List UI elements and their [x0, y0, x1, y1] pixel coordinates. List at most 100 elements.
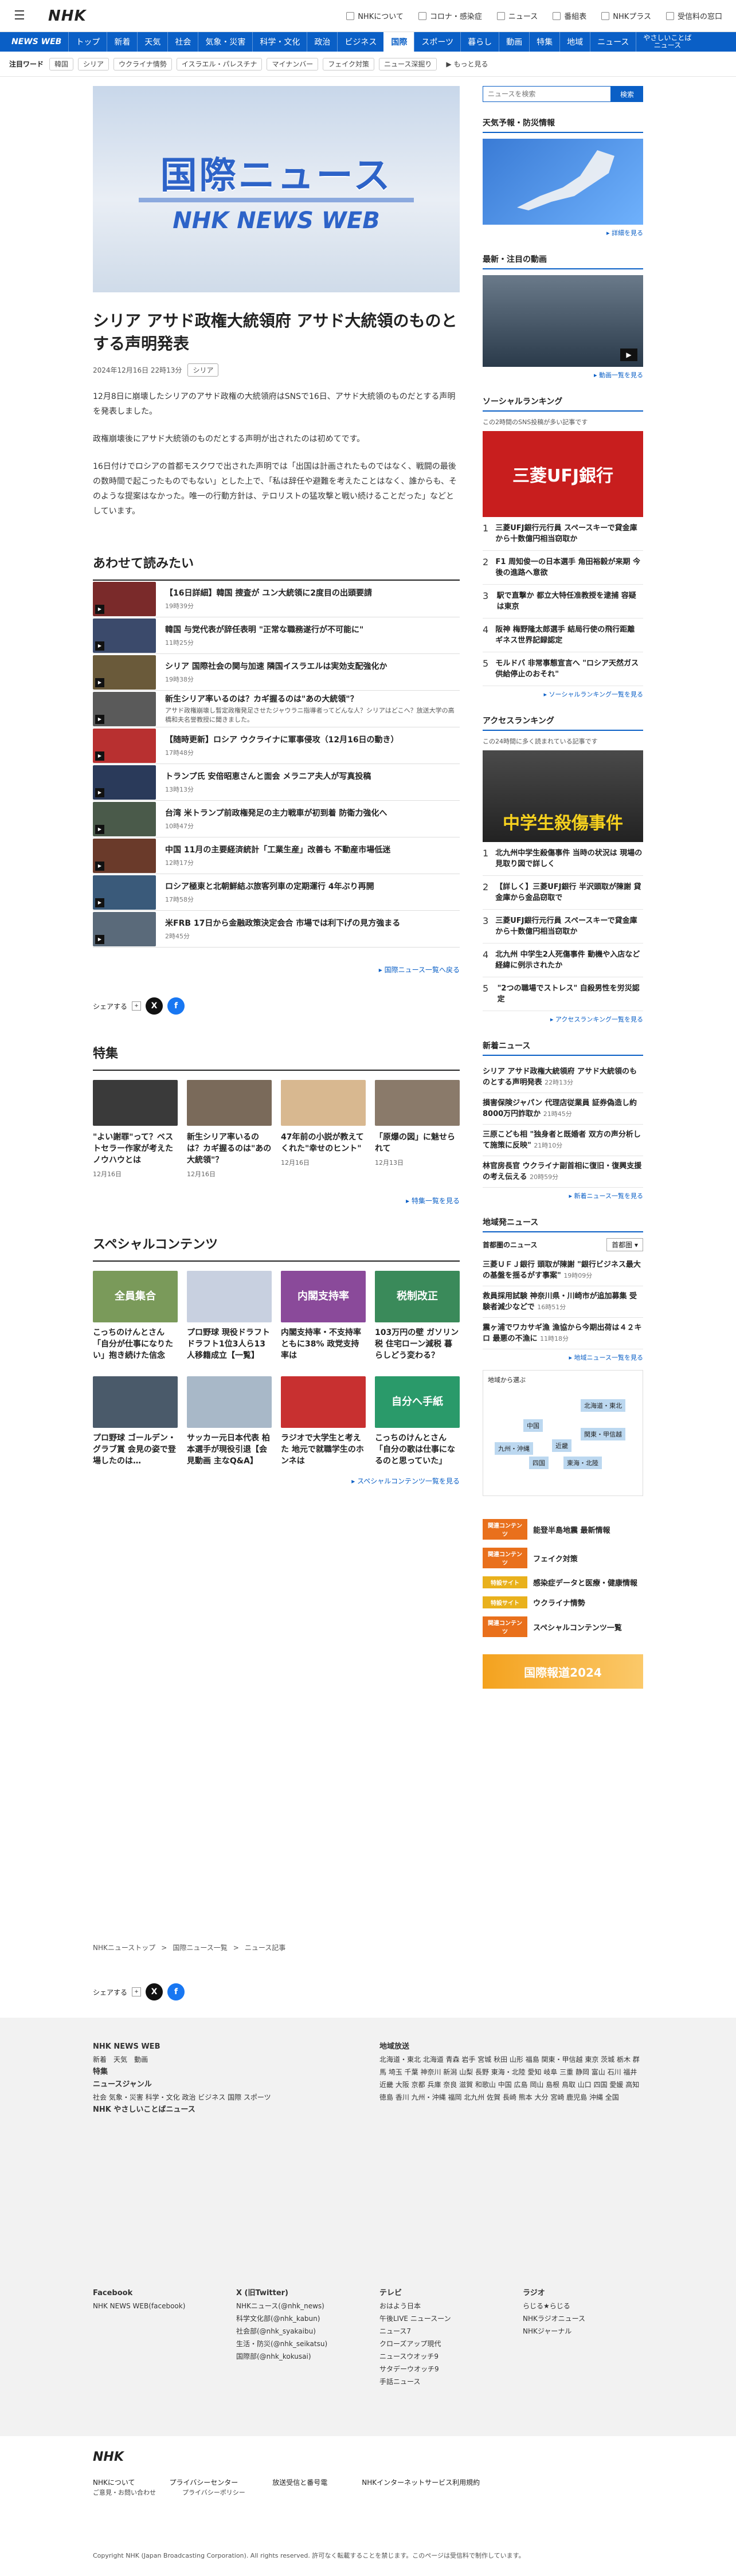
banner-item[interactable]: 関連コンテンツ スペシャルコンテンツ一覧 — [483, 1616, 643, 1637]
footer-tv-link[interactable]: クローズアップ現代 — [379, 2338, 506, 2350]
keyword-tag[interactable]: イスラエル・パレスチナ — [176, 58, 263, 71]
x-share-icon[interactable]: X — [146, 997, 163, 1015]
footer-easy[interactable]: NHK やさしいことばニュース — [93, 2104, 334, 2116]
news-item[interactable]: 林官房長官 ウクライナ副首相に復旧・復興支援の考え伝える 20時59分 — [483, 1156, 643, 1188]
ranking-item[interactable]: 1 三菱UFJ銀行元行員 スペースキーで貸金庫から十数億円相当窃取か — [483, 517, 643, 551]
related-item[interactable]: ▶ 中国 11月の主要経済統計「工業生産」改善も 不動産市場低迷 12時17分 — [93, 837, 460, 874]
nav-item[interactable]: 国際 — [383, 32, 414, 52]
breadcrumb-item[interactable]: 国際ニュース一覧 — [173, 1944, 227, 1952]
special-card[interactable]: サッカー元日本代表 柏本選手が現役引退【会見動画 主なQ&A】 — [187, 1376, 272, 1467]
video-more-link[interactable]: ▸ 動画一覧を見る — [483, 370, 643, 379]
footer-bottom-link[interactable]: 放送受信と番号電 — [272, 2477, 327, 2487]
related-item[interactable]: ▶ トランプ氏 安倍昭恵さんと面会 メラニア夫人が写真投稿 13時13分 — [93, 764, 460, 801]
footer-x-link[interactable]: 社会部(@nhk_syakaibu) — [236, 2325, 362, 2338]
related-item[interactable]: ▶ 韓国 与党代表が辞任表明 "正常な職務遂行が不可能に" 11時25分 — [93, 617, 460, 654]
region-kyushu[interactable]: 九州・沖縄 — [495, 1442, 533, 1455]
news-item[interactable]: 三原こども相 "独身者と既婚者 双方の声分析して施策に反映" 21時10分 — [483, 1125, 643, 1156]
banner-item[interactable]: 関連コンテンツ 能登半島地震 最新情報 — [483, 1519, 643, 1540]
special-card[interactable]: 税制改正 103万円の壁 ガソリン税 住宅ローン減税 暮らしどう変わる？ — [375, 1271, 460, 1361]
special-card[interactable]: プロ野球 ゴールデン・グラブ賞 会見の姿で登場したのは… — [93, 1376, 178, 1467]
footer-fb-link[interactable]: NHK NEWS WEB(facebook) — [93, 2300, 219, 2312]
ranking-item[interactable]: 3 駅で直撃か 都立大特任准教授を逮捕 容疑は東京 — [483, 585, 643, 618]
footer-nhk-logo[interactable]: NHK — [93, 2450, 124, 2464]
nav-item-easy[interactable]: やさしいことば ニュース — [636, 32, 698, 52]
footer-bottom-link[interactable]: プライバシーセンター — [170, 2477, 238, 2487]
feature-card[interactable]: 「原爆の図」に魅せられて 12月13日 — [375, 1080, 460, 1179]
nav-item[interactable]: スポーツ — [414, 32, 460, 52]
special-card[interactable]: 内閣支持率 内閣支持率・不支持率ともに38% 政党支持率は — [281, 1271, 366, 1361]
related-item[interactable]: ▶ 【随時更新】ロシア ウクライナに軍事侵攻（12月16日の動き） 17時48分 — [93, 727, 460, 764]
footer-pref-list[interactable]: 北海道・東北 北海道 青森 岩手 宮城 秋田 山形 福島 関東・甲信越 東京 茨… — [379, 2053, 643, 2104]
nav-item[interactable]: 新着 — [107, 32, 137, 52]
footer-link[interactable]: 動画 — [134, 2056, 148, 2064]
ranking-item[interactable]: 4 北九州 中学生2人死傷事件 動機や入店など経緯に例示されたか — [483, 944, 643, 977]
video-thumbnail[interactable]: ▶ — [483, 275, 643, 367]
keywords-more-link[interactable]: ▶ もっと見る — [446, 59, 488, 69]
footer-link[interactable]: 天気 — [113, 2056, 127, 2064]
related-item[interactable]: ▶ 台湾 米トランプ前政権発足の主力戦車が初到着 防衛力強化へ 10時47分 — [93, 801, 460, 837]
nav-item[interactable]: 暮らし — [460, 32, 499, 52]
promo-banner[interactable]: 国際報道2024 — [483, 1654, 643, 1689]
new-news-more-link[interactable]: ▸ 新着ニュース一覧を見る — [483, 1191, 643, 1200]
ranking-item[interactable]: 3 三菱UFJ銀行元行員 スペースキーで貸金庫から十数億円相当窃取か — [483, 910, 643, 944]
top-link[interactable]: 番組表 — [553, 10, 586, 21]
keyword-tag[interactable]: シリア — [78, 58, 109, 71]
footer-tv-link[interactable]: 午後LIVE ニュースーン — [379, 2312, 506, 2325]
news-web-brand[interactable]: NEWS WEB — [11, 37, 61, 46]
footer-tv-link[interactable]: ニュースウオッチ9 — [379, 2350, 506, 2363]
footer-x-link[interactable]: 生活・防災(@nhk_seikatsu) — [236, 2338, 362, 2350]
menu-icon[interactable]: ☰ — [14, 9, 31, 23]
nav-item[interactable]: 動画 — [499, 32, 529, 52]
feature-card[interactable]: 47年前の小説が教えてくれた"幸せのヒント" 12月16日 — [281, 1080, 366, 1179]
nav-item[interactable]: トップ — [68, 32, 107, 52]
footer-tv-link[interactable]: 手話ニュース — [379, 2375, 506, 2388]
region-tokai[interactable]: 東海・北陸 — [563, 1457, 602, 1469]
feature-card[interactable]: "よい謝罪"って？ベストセラー作家が考えたノウハウとは 12月16日 — [93, 1080, 178, 1179]
region-chugoku[interactable]: 中国 — [523, 1419, 543, 1432]
footer-brand[interactable]: NHK NEWS WEB — [93, 2041, 334, 2053]
facebook-share-icon[interactable]: f — [167, 997, 185, 1015]
keyword-tag[interactable]: ウクライナ情勢 — [113, 58, 172, 71]
top-link[interactable]: NHKについて — [346, 10, 404, 21]
top-link[interactable]: ニュース — [496, 10, 538, 21]
special-card[interactable]: 自分へ手紙 こっちのけんとさん「自分の歌は仕事になるのと思っていた」 — [375, 1376, 460, 1467]
related-item[interactable]: ▶ 【16日詳細】韓国 捜査が ユン大統領に2度目の出頭要請 19時39分 — [93, 581, 460, 617]
footer-bottom-link[interactable]: NHKについて — [93, 2477, 135, 2487]
footer-sub-link[interactable]: ご意見・お問い合わせ — [93, 2489, 156, 2496]
related-item[interactable]: ▶ 米FRB 17日から金融政策決定会合 市場では利下げの見方強まる 2時45分 — [93, 911, 460, 948]
ranking-item[interactable]: 1 北九州中学生殺傷事件 当時の状況は 現場の見取り図で詳しく — [483, 842, 643, 876]
special-card[interactable]: プロ野球 現役ドラフト ドラフト1位3人ら13人移籍成立【一覧】 — [187, 1271, 272, 1361]
footer-x-link[interactable]: NHKニュース(@nhk_news) — [236, 2300, 362, 2312]
nhk-logo[interactable]: NHK — [48, 7, 87, 25]
news-item[interactable]: 損害保険ジャパン 代理店従業員 証券偽造し約8000万円詐取か 21時45分 — [483, 1093, 643, 1125]
ranking-item[interactable]: 5 "2つの職場でストレス" 自殺男性を労災認定 — [483, 977, 643, 1011]
news-item[interactable]: 救員採用試験 神奈川県・川崎市が追加募集 受験者減少などで 16時51分 — [483, 1286, 643, 1318]
nav-item[interactable]: 科学・文化 — [252, 32, 307, 52]
ranking-item[interactable]: 4 阪神 梅野隆太郎選手 結局行使の飛行距離 ギネス世界記録認定 — [483, 618, 643, 652]
banner-item[interactable]: 関連コンテンツ フェイク対策 — [483, 1548, 643, 1568]
footer-bottom-link[interactable]: NHKインターネットサービス利用規約 — [362, 2477, 480, 2487]
footer-tv-link[interactable]: ニュース7 — [379, 2325, 506, 2338]
social-more-link[interactable]: ▸ ソーシャルランキング一覧を見る — [483, 690, 643, 699]
x-share-icon[interactable]: X — [146, 1983, 163, 2000]
footer-feature[interactable]: 特集 — [93, 2066, 334, 2078]
footer-radio-link[interactable]: NHKジャーナル — [523, 2325, 637, 2338]
nav-item[interactable]: 政治 — [307, 32, 337, 52]
social-image[interactable]: 三菱UFJ銀行 — [483, 431, 643, 517]
regional-select[interactable]: 首都圏 ▾ — [606, 1238, 643, 1251]
region-kinki[interactable]: 近畿 — [552, 1439, 571, 1452]
related-item[interactable]: ▶ シリア 国際社会の関与加速 隣国イスラエルは実効支配強化か 19時38分 — [93, 654, 460, 691]
keyword-tag[interactable]: ニュース深掘り — [379, 58, 437, 71]
footer-tv-link[interactable]: おはよう日本 — [379, 2300, 506, 2312]
share-more-icon[interactable]: + — [132, 1987, 142, 1996]
search-input[interactable] — [483, 86, 611, 102]
footer-tv-link[interactable]: サタデーウオッチ9 — [379, 2363, 506, 2375]
ranking-item[interactable]: 5 モルドバ 非常事態宣言へ "ロシア天然ガス供給停止のおそれ" — [483, 652, 643, 686]
related-item[interactable]: ▶ 新生シリア率いるのは？カギ握るのは"あの大統領"？ アサド政権崩壊し暫定政権発足… — [93, 691, 460, 727]
nav-item[interactable]: ビジネス — [337, 32, 383, 52]
banner-item[interactable]: 特設サイト 感染症データと医療・健康情報 — [483, 1576, 643, 1588]
news-item[interactable]: 三菱ＵＦＪ銀行 頭取が陳謝 "銀行ビジネス最大の基盤を揺るがす事案" 19時09… — [483, 1255, 643, 1286]
facebook-share-icon[interactable]: f — [167, 1983, 185, 2000]
region-shikoku[interactable]: 四国 — [529, 1457, 549, 1469]
nav-item[interactable]: ニュース — [590, 32, 636, 52]
